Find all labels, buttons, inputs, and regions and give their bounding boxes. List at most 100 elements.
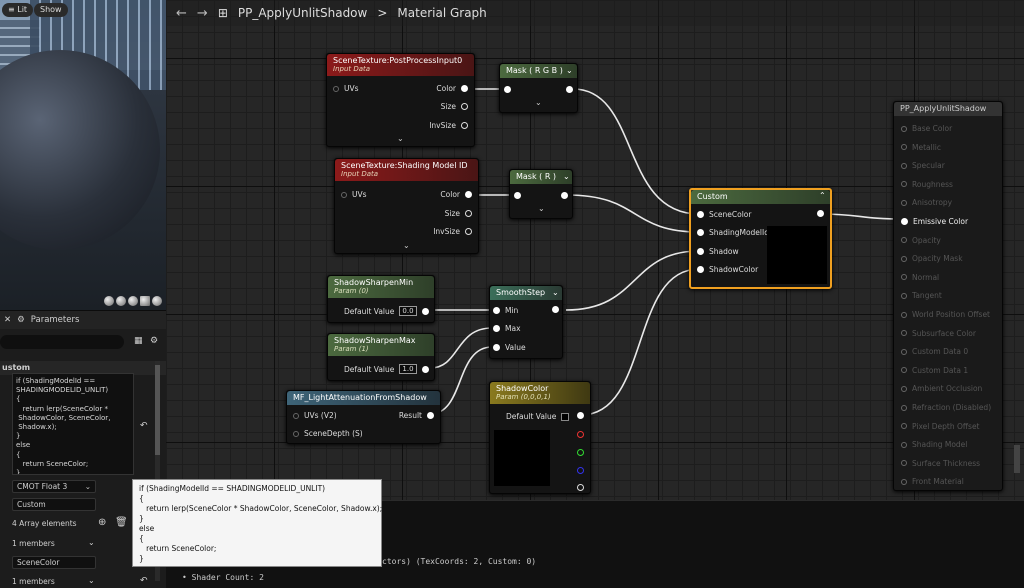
result-pin-label: Ambient Occlusion (912, 384, 983, 394)
node-scenetexture-postprocess[interactable]: SceneTexture:PostProcessInput0 Input Data… (326, 53, 475, 147)
node-mf-lightattenuation[interactable]: MF_LightAttenuationFromShadow UVs (V2) R… (286, 390, 441, 444)
result-pin[interactable]: Metallic (901, 143, 941, 152)
pin-result[interactable]: Result (399, 411, 434, 420)
pin-size[interactable]: Size (445, 209, 472, 218)
node-mask-rgb[interactable]: Mask ( R G B ) ⌄ ⌄ (499, 63, 578, 113)
wire (565, 250, 700, 311)
chevron-down-icon[interactable]: ⌄ (397, 134, 404, 143)
result-pin[interactable]: Base Color (901, 124, 952, 133)
pin-shadow[interactable]: Shadow (697, 247, 739, 256)
log-line: • Shader Count: 2 (182, 573, 264, 582)
node-shadowsharpenmin[interactable]: ShadowSharpenMin Param (0) Default Value 0… (327, 275, 435, 323)
result-pin-label: Base Color (912, 124, 953, 133)
wire (572, 88, 700, 215)
pin-b[interactable] (577, 467, 584, 474)
node-smoothstep[interactable]: SmoothStep ⌄ Min Max Value (489, 285, 563, 359)
node-title: SceneTexture:Shading Model ID (341, 161, 468, 170)
pin-a[interactable] (577, 484, 584, 491)
node-title: ShadowSharpenMax (334, 336, 416, 345)
default-value-field[interactable]: Default Value (506, 412, 570, 421)
pin-scenecolor[interactable]: SceneColor (697, 210, 751, 219)
chevron-down-icon[interactable]: ⌄ (566, 66, 573, 75)
pin-input[interactable] (514, 192, 521, 199)
node-title: Custom (691, 190, 830, 204)
pin-r[interactable] (577, 431, 584, 438)
chevron-down-icon[interactable]: ⌄ (538, 204, 545, 213)
result-pin[interactable]: Normal (901, 273, 939, 282)
pin-invsize[interactable]: InvSize (433, 227, 472, 236)
result-pin-label: Anisotropy (912, 198, 953, 208)
default-value-field[interactable]: Default Value 1.0 (344, 364, 429, 374)
pin-dot (901, 404, 907, 411)
node-scenetexture-shadingmodel[interactable]: SceneTexture:Shading Model ID Input Data … (334, 158, 479, 254)
result-pin-label: World Position Offset (912, 310, 990, 319)
node-shadowcolor[interactable]: ShadowColor Param (0,0,0,1) Default Value (489, 381, 591, 494)
pin-shadingmodelid[interactable]: ShadingModelId (697, 228, 769, 237)
pin-g[interactable] (577, 449, 584, 456)
pin-dot (901, 181, 907, 188)
result-pin[interactable]: Subsurface Color (901, 329, 976, 338)
pin-max[interactable]: Max (493, 324, 521, 333)
pin-shadowcolor[interactable]: ShadowColor (697, 265, 758, 274)
node-subtitle: Input Data (333, 65, 371, 73)
result-pin[interactable]: Shading Model (901, 440, 967, 449)
result-pin[interactable]: Tangent (901, 291, 942, 300)
pin-value[interactable]: Value (493, 343, 526, 352)
result-pin[interactable]: Custom Data 0 (901, 347, 968, 356)
pin-output[interactable] (561, 192, 568, 199)
result-pin-label: Metallic (912, 142, 941, 152)
result-pin[interactable]: Anisotropy (901, 198, 952, 207)
pin-scenedepth[interactable]: SceneDepth (S) (293, 429, 363, 438)
pin-output[interactable] (552, 306, 559, 313)
result-pin[interactable]: Opacity Mask (901, 254, 963, 263)
node-title: ShadowColor (496, 384, 549, 393)
custom-preview (767, 226, 827, 284)
result-pin[interactable]: Specular (901, 161, 945, 170)
node-custom[interactable]: Custom ⌃ SceneColor ShadingModelId Shado… (689, 188, 832, 289)
result-pin[interactable]: Refraction (Disabled) (901, 403, 991, 412)
node-title: ShadowSharpenMin (334, 278, 414, 287)
result-pin-label: Refraction (Disabled) (912, 403, 992, 412)
pin-dot (901, 330, 907, 337)
result-pin[interactable]: Opacity (901, 236, 941, 245)
node-mask-r[interactable]: Mask ( R ) ⌄ ⌄ (509, 169, 573, 219)
result-pin[interactable]: Ambient Occlusion (901, 384, 982, 393)
node-subtitle: Param (0) (334, 287, 369, 295)
node-shadowsharpenmax[interactable]: ShadowSharpenMax Param (1) Default Value 1… (327, 333, 435, 381)
default-value-field[interactable]: Default Value 0.0 (344, 306, 429, 316)
log-line: ctors) (TexCoords: 2, Custom: 0) (382, 557, 537, 566)
chevron-down-icon[interactable]: ⌄ (535, 98, 542, 107)
pin-color[interactable]: Color (436, 84, 468, 93)
pin-input[interactable] (504, 86, 511, 93)
pin-color[interactable]: Color (440, 190, 472, 199)
result-pin[interactable]: World Position Offset (901, 310, 990, 319)
node-subtitle: Param (1) (334, 345, 369, 353)
node-subtitle: Input Data (341, 170, 379, 178)
result-pin[interactable]: Surface Thickness (901, 459, 980, 468)
pin-dot (901, 385, 907, 392)
chevron-down-icon[interactable]: ⌄ (563, 172, 570, 181)
pin-uvs[interactable]: UVs (341, 190, 367, 199)
result-pin[interactable]: Emissive Color (901, 217, 968, 226)
node-material-result[interactable]: PP_ApplyUnlitShadow Base Color Metallic Sp… (893, 101, 1003, 491)
result-pin[interactable]: Front Material (901, 477, 964, 486)
pin-rgb[interactable] (577, 412, 584, 419)
node-title: PP_ApplyUnlitShadow (894, 102, 1002, 116)
result-pin-label: Custom Data 1 (912, 365, 969, 375)
result-pin[interactable]: Roughness (901, 180, 953, 189)
chevron-up-icon[interactable]: ⌃ (819, 191, 826, 200)
pin-output[interactable] (817, 210, 824, 217)
pin-min[interactable]: Min (493, 306, 518, 315)
pin-size[interactable]: Size (441, 102, 468, 111)
result-pin[interactable]: Pixel Depth Offset (901, 422, 980, 431)
result-pin-label: Shading Model (912, 440, 968, 450)
pin-output[interactable] (566, 86, 573, 93)
result-pin[interactable]: Custom Data 1 (901, 366, 968, 375)
chevron-down-icon[interactable]: ⌄ (403, 241, 410, 250)
pin-uvs[interactable]: UVs (333, 84, 359, 93)
pin-invsize[interactable]: InvSize (429, 121, 468, 130)
graph-scrollbar[interactable] (1014, 445, 1020, 473)
node-title: SceneTexture:PostProcessInput0 (333, 56, 463, 65)
pin-uvs[interactable]: UVs (V2) (293, 411, 337, 420)
chevron-down-icon[interactable]: ⌄ (552, 288, 559, 297)
